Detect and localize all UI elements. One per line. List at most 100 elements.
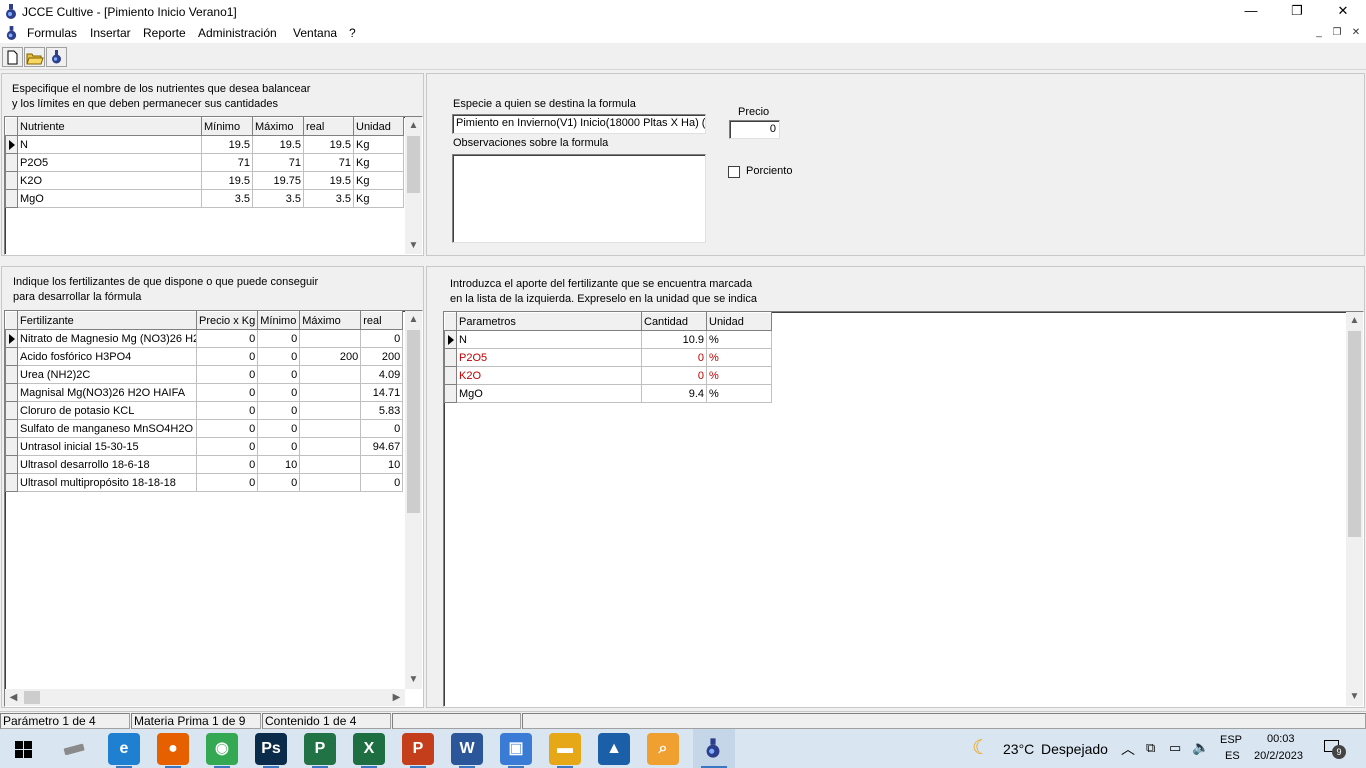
- table-row[interactable]: Sulfato de manganeso MnSO4H2O 0 0 0: [5, 419, 404, 438]
- cell-precio[interactable]: 0: [195, 365, 259, 384]
- fertilizers-vscrollbar[interactable]: ▲ ▼: [405, 311, 422, 689]
- hscroll-thumb[interactable]: [24, 691, 40, 704]
- cell-cantidad[interactable]: 0: [641, 366, 707, 385]
- table-row[interactable]: K2O 0%: [444, 366, 772, 385]
- taskbar-explorer-icon[interactable]: ▬: [549, 733, 581, 768]
- menu-formulas[interactable]: Formulas: [27, 26, 77, 40]
- taskbar-photoshop-icon[interactable]: Ps: [255, 733, 287, 768]
- cell-maximo[interactable]: 19.75: [252, 171, 304, 190]
- calculate-button[interactable]: [46, 47, 67, 67]
- table-row[interactable]: MgO 3.5 3.5 3.5 Kg: [5, 189, 404, 208]
- menu-reporte[interactable]: Reporte: [143, 26, 186, 40]
- cell-maximo[interactable]: [299, 401, 362, 420]
- clock-time[interactable]: 00:03: [1267, 733, 1295, 745]
- table-row[interactable]: Ultrasol desarrollo 18-6-18 0 10 10: [5, 455, 404, 474]
- cell-real[interactable]: 5.83: [360, 401, 404, 420]
- price-field[interactable]: 0: [729, 120, 780, 139]
- taskbar-chrome-icon[interactable]: ◉: [206, 733, 238, 768]
- clock-date[interactable]: 20/2/2023: [1254, 750, 1303, 762]
- cell-real[interactable]: 71: [303, 153, 354, 172]
- scroll-down-arrow-icon[interactable]: ▼: [405, 671, 422, 688]
- cell-parametro[interactable]: MgO: [456, 384, 642, 403]
- cell-real[interactable]: 3.5: [303, 189, 354, 208]
- taskbar-powerpoint-icon[interactable]: P: [402, 733, 434, 768]
- cell-minimo[interactable]: 0: [257, 329, 301, 348]
- cell-cantidad[interactable]: 10.9: [641, 330, 707, 349]
- cell-parametro[interactable]: K2O: [456, 366, 642, 385]
- taskbar-jcce-cultive[interactable]: [693, 729, 735, 768]
- cell-precio[interactable]: 0: [195, 347, 259, 366]
- cell-precio[interactable]: 0: [195, 455, 259, 474]
- cell-maximo[interactable]: 200: [299, 347, 362, 366]
- cell-minimo[interactable]: 19.5: [201, 171, 253, 190]
- cell-maximo[interactable]: [299, 383, 362, 402]
- cell-real[interactable]: 4.09: [360, 365, 404, 384]
- close-button[interactable]: ✕: [1320, 0, 1366, 23]
- cell-nutriente[interactable]: K2O: [17, 171, 202, 190]
- row-indicator[interactable]: [5, 473, 18, 492]
- column-header-fertilizante[interactable]: Fertilizante: [17, 311, 197, 330]
- network-icon[interactable]: ▭: [1169, 740, 1181, 756]
- scroll-thumb[interactable]: [407, 136, 420, 193]
- weather-moon-icon[interactable]: ☾: [972, 737, 990, 759]
- row-indicator[interactable]: [5, 437, 18, 456]
- cell-precio[interactable]: 0: [195, 383, 259, 402]
- column-header-precio[interactable]: Precio x Kg: [195, 311, 259, 330]
- nutrients-vscrollbar[interactable]: ▲ ▼: [405, 117, 422, 254]
- cell-minimo[interactable]: 0: [257, 383, 301, 402]
- taskbar-excel-icon[interactable]: X: [353, 733, 385, 768]
- cell-unidad[interactable]: Kg: [353, 135, 404, 154]
- cell-real[interactable]: 200: [360, 347, 404, 366]
- cell-fertilizante[interactable]: Untrasol inicial 15-30-15: [17, 437, 197, 456]
- cell-real[interactable]: 0: [360, 473, 404, 492]
- column-header-maximo[interactable]: Máximo: [299, 311, 362, 330]
- cell-fertilizante[interactable]: Ultrasol multipropósito 18-18-18: [17, 473, 197, 492]
- scroll-up-arrow-icon[interactable]: ▲: [1346, 312, 1363, 329]
- taskbar-photos-icon[interactable]: ▲: [598, 733, 630, 765]
- cell-minimo[interactable]: 0: [257, 419, 301, 438]
- cell-precio[interactable]: 0: [195, 437, 259, 456]
- menu-administracion[interactable]: Administración: [198, 26, 277, 40]
- cell-minimo[interactable]: 10: [257, 455, 301, 474]
- cell-precio[interactable]: 0: [195, 419, 259, 438]
- cell-unidad[interactable]: %: [706, 330, 772, 349]
- cell-minimo[interactable]: 0: [257, 473, 301, 492]
- cell-real[interactable]: 0: [360, 329, 404, 348]
- row-indicator[interactable]: [5, 455, 18, 474]
- percent-checkbox[interactable]: [728, 166, 740, 178]
- table-row[interactable]: Cloruro de potasio KCL 0 0 5.83: [5, 401, 404, 420]
- column-header-real[interactable]: real: [303, 117, 354, 136]
- table-row[interactable]: Ultrasol multipropósito 18-18-18 0 0 0: [5, 473, 404, 492]
- cell-fertilizante[interactable]: Ultrasol desarrollo 18-6-18: [17, 455, 197, 474]
- contribution-vscrollbar[interactable]: ▲ ▼: [1346, 312, 1363, 706]
- taskbar-save-icon[interactable]: ▣: [500, 733, 532, 768]
- table-row[interactable]: Magnisal Mg(NO3)26 H2O HAIFA 0 0 14.71: [5, 383, 404, 402]
- scroll-up-arrow-icon[interactable]: ▲: [405, 311, 422, 328]
- cell-real[interactable]: 10: [360, 455, 404, 474]
- cell-unidad[interactable]: Kg: [353, 153, 404, 172]
- cell-cantidad[interactable]: 0: [641, 348, 707, 367]
- row-indicator[interactable]: [444, 348, 457, 367]
- weather-desc[interactable]: Despejado: [1041, 741, 1108, 757]
- fertilizers-hscrollbar[interactable]: ◀ ▶: [5, 689, 405, 706]
- cell-maximo[interactable]: [299, 455, 362, 474]
- minimize-button[interactable]: —: [1228, 0, 1274, 23]
- cell-precio[interactable]: 0: [195, 473, 259, 492]
- cell-parametro[interactable]: P2O5: [456, 348, 642, 367]
- cell-fertilizante[interactable]: Nitrato de Magnesio Mg (NO3)26 H2O: [17, 329, 197, 348]
- column-header-unidad[interactable]: Unidad: [706, 312, 772, 331]
- cell-maximo[interactable]: [299, 365, 362, 384]
- menu-help[interactable]: ?: [349, 26, 356, 40]
- table-row[interactable]: Untrasol inicial 15-30-15 0 0 94.67: [5, 437, 404, 456]
- cell-minimo[interactable]: 19.5: [201, 135, 253, 154]
- cell-maximo[interactable]: 19.5: [252, 135, 304, 154]
- mdi-close-button[interactable]: ✕: [1348, 26, 1364, 40]
- cell-maximo[interactable]: 71: [252, 153, 304, 172]
- chevron-up-icon[interactable]: ︿: [1121, 739, 1135, 759]
- volume-icon[interactable]: 🔈: [1192, 739, 1209, 756]
- table-row[interactable]: Nitrato de Magnesio Mg (NO3)26 H2O 0 0 0: [5, 329, 404, 348]
- row-indicator[interactable]: [5, 419, 18, 438]
- column-header-nutriente[interactable]: Nutriente: [17, 117, 202, 136]
- column-header-parametros[interactable]: Parametros: [456, 312, 642, 331]
- weather-temp[interactable]: 23°C: [1003, 741, 1034, 757]
